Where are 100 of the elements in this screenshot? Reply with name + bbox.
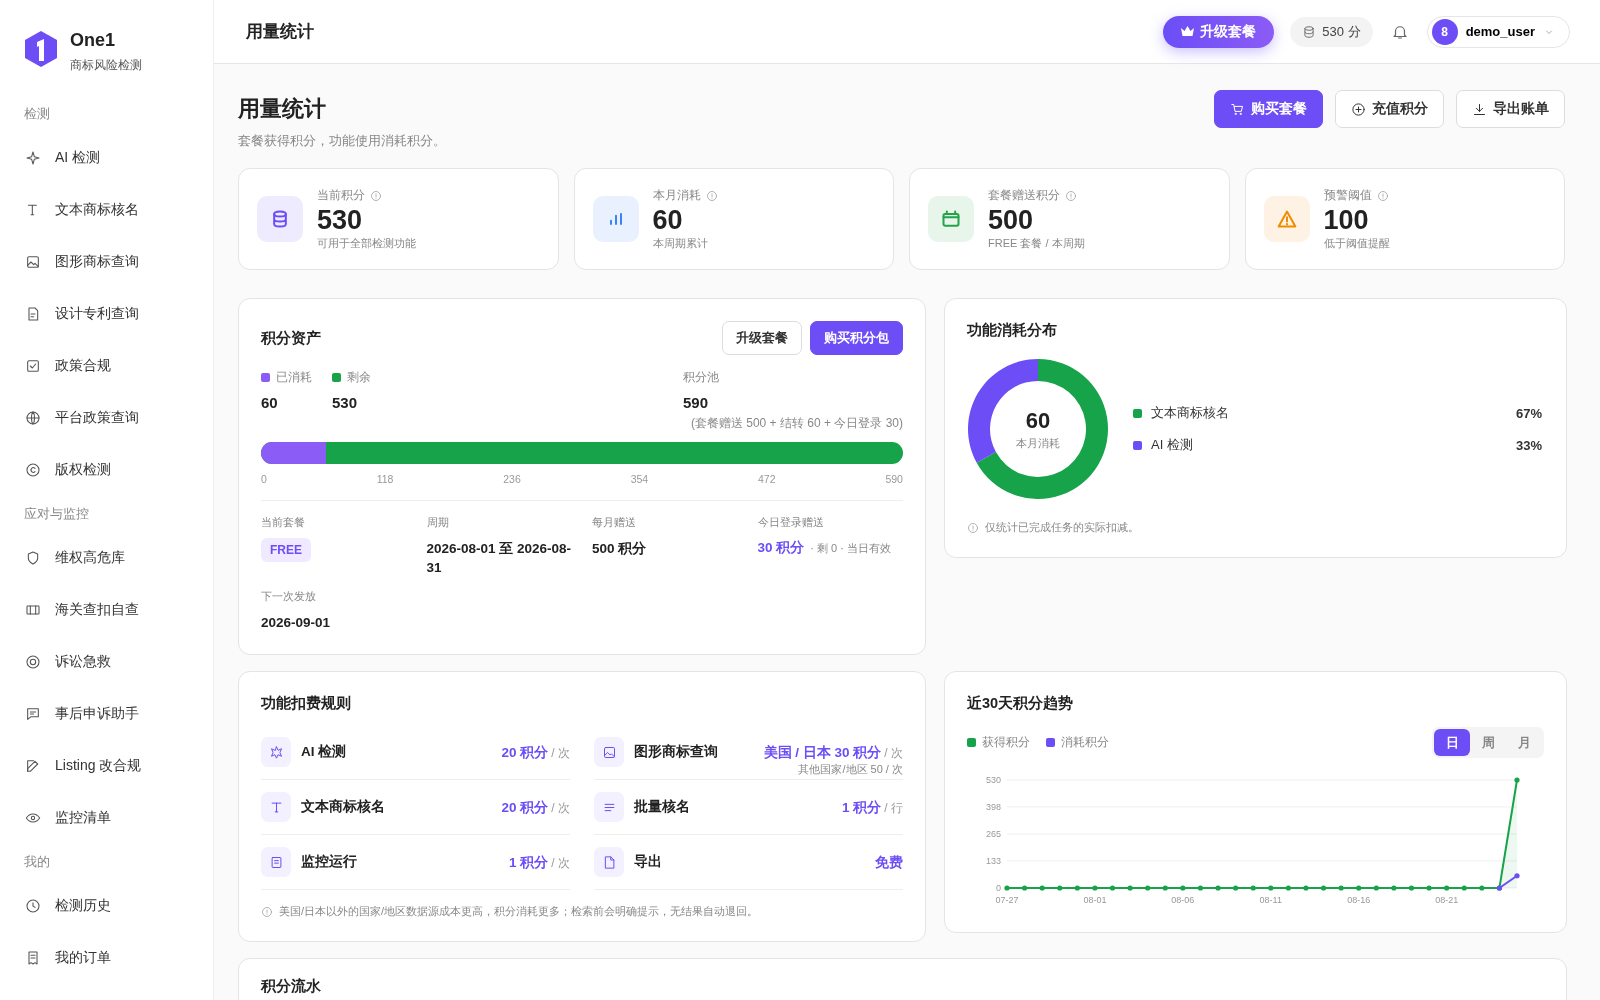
- data-point: [1197, 885, 1204, 891]
- legend-label: 获得积分: [982, 734, 1030, 751]
- data-point: [1514, 873, 1520, 879]
- points-chip: 530 分: [1290, 16, 1373, 47]
- card-button[interactable]: 购买积分包: [810, 321, 903, 355]
- data-point: [1092, 885, 1098, 891]
- sidebar-item[interactable]: AI 检测: [0, 132, 213, 184]
- axis-label: 530: [985, 775, 1001, 785]
- upgrade-button[interactable]: 升级套餐: [1163, 15, 1275, 48]
- sidebar-item[interactable]: 事后申诉助手: [0, 688, 213, 740]
- stat-note: FREE 套餐 / 本周期: [988, 236, 1085, 251]
- section-heading: 检测: [23, 105, 51, 123]
- detail-label: 下一次发放: [261, 589, 317, 604]
- eye-icon: [25, 810, 41, 826]
- card-title: 近30天积分趋势: [967, 695, 1074, 711]
- rule-name: AI 检测: [301, 743, 348, 761]
- tick-label: 590: [885, 473, 903, 485]
- data-point: [1004, 885, 1010, 891]
- data-point: [1461, 885, 1467, 891]
- detail-label: 当前套餐: [261, 515, 306, 530]
- data-point: [1109, 885, 1116, 891]
- lifebuoy-icon: [25, 654, 41, 670]
- data-point: [1514, 777, 1520, 783]
- card-button[interactable]: 升级套餐: [722, 321, 802, 355]
- checkbox-icon: [25, 358, 41, 374]
- sidebar-item[interactable]: 图形商标查询: [0, 236, 213, 288]
- sidebar-item[interactable]: 监控清单: [0, 792, 213, 844]
- data-point: [1162, 885, 1168, 891]
- data-point: [1408, 885, 1415, 891]
- data-point: [1391, 885, 1397, 891]
- data-point: [1479, 885, 1485, 891]
- info-icon: [705, 189, 718, 202]
- sidebar-item[interactable]: 平台政策查询: [0, 392, 213, 444]
- action-button[interactable]: 充值积分: [1335, 90, 1444, 128]
- image-icon: [25, 254, 41, 270]
- tick-label: 0: [261, 473, 267, 485]
- plus-circle-icon: [1351, 101, 1366, 117]
- data-point: [1285, 885, 1291, 891]
- data-point: [1145, 885, 1151, 891]
- avatar: 8: [1431, 18, 1458, 45]
- stat-label: 本月消耗: [652, 187, 701, 204]
- donut-total: 60: [1025, 407, 1051, 434]
- logo-icon: [24, 30, 58, 68]
- cart-icon: [1230, 101, 1245, 117]
- info-icon: [370, 189, 382, 202]
- data-point: [1426, 885, 1432, 891]
- stat-value: 60: [652, 204, 684, 236]
- panel-icon: [25, 602, 41, 618]
- legend-label: 消耗积分: [1061, 734, 1109, 751]
- rule-price: 20 积分 / 次: [501, 744, 570, 760]
- info-icon: [967, 521, 979, 534]
- legend-label: 文本商标核名: [1151, 404, 1230, 422]
- sidebar-item[interactable]: 设计专利查询: [0, 288, 213, 340]
- axis-label: 07-27: [995, 895, 1019, 905]
- data-point: [1303, 885, 1309, 891]
- sidebar-item[interactable]: 政策合规: [0, 340, 213, 392]
- legend-percent: 67%: [1515, 405, 1542, 421]
- sidebar-item[interactable]: Listing 改合规: [0, 740, 213, 792]
- donut-caption: 本月消耗: [1016, 435, 1060, 451]
- sidebar-item[interactable]: 版权检测: [0, 444, 213, 496]
- data-point: [1268, 885, 1274, 891]
- section-heading: 我的: [23, 853, 51, 871]
- star-icon: [268, 744, 284, 760]
- tick-label: 236: [503, 473, 521, 485]
- action-button[interactable]: 购买套餐: [1214, 90, 1323, 128]
- data-point: [1057, 885, 1063, 891]
- sidebar-item[interactable]: 诉讼急救: [0, 636, 213, 688]
- legend-label: 已消耗: [276, 369, 312, 386]
- axis-label: 08-01: [1083, 895, 1107, 905]
- sidebar-item[interactable]: 我的订单: [0, 932, 213, 984]
- stat-note: 本周期累计: [652, 236, 709, 251]
- info-icon: [1065, 189, 1077, 202]
- pool-label: 积分池: [683, 369, 720, 386]
- sidebar-item[interactable]: 海关查扣自查: [0, 584, 213, 636]
- globe-icon: [25, 410, 41, 426]
- stat-label: 预警阈值: [1323, 187, 1372, 204]
- footnote: 美国/日本以外的国家/地区数据源成本更高，积分消耗更多；检索前会明确提示，无结果自动退回。: [279, 904, 759, 919]
- axis-label: 0: [996, 883, 1001, 893]
- rule-price: 20 积分 / 次: [501, 799, 570, 815]
- brand-tagline: 商标风险检测: [70, 57, 142, 74]
- sidebar-item[interactable]: 检测历史: [0, 880, 213, 932]
- chat-icon: [25, 706, 41, 722]
- document-icon: [268, 854, 284, 870]
- action-button[interactable]: 导出账单: [1456, 90, 1565, 128]
- axis-label: 08-06: [1171, 895, 1195, 905]
- legend-value: 530: [332, 394, 359, 411]
- rule-price: 1 积分 / 行: [842, 799, 903, 815]
- stat-note: 低于阈值提醒: [1323, 236, 1390, 251]
- edit-icon: [25, 758, 41, 774]
- sidebar-item[interactable]: 文本商标核名: [0, 184, 213, 236]
- sidebar-item[interactable]: 维权高危库: [0, 532, 213, 584]
- axis-label: 398: [985, 801, 1001, 812]
- period-tab[interactable]: 日: [1434, 729, 1470, 756]
- rule-price: 1 积分 / 次: [509, 854, 570, 870]
- data-point: [1074, 885, 1080, 891]
- data-point: [1022, 885, 1028, 891]
- user-menu[interactable]: 8 demo_user: [1426, 15, 1570, 48]
- sparkle-icon: [25, 150, 41, 166]
- stat-value: 500: [988, 204, 1035, 236]
- rule-subnote: 其他国家/地区 50 / 次: [797, 762, 903, 777]
